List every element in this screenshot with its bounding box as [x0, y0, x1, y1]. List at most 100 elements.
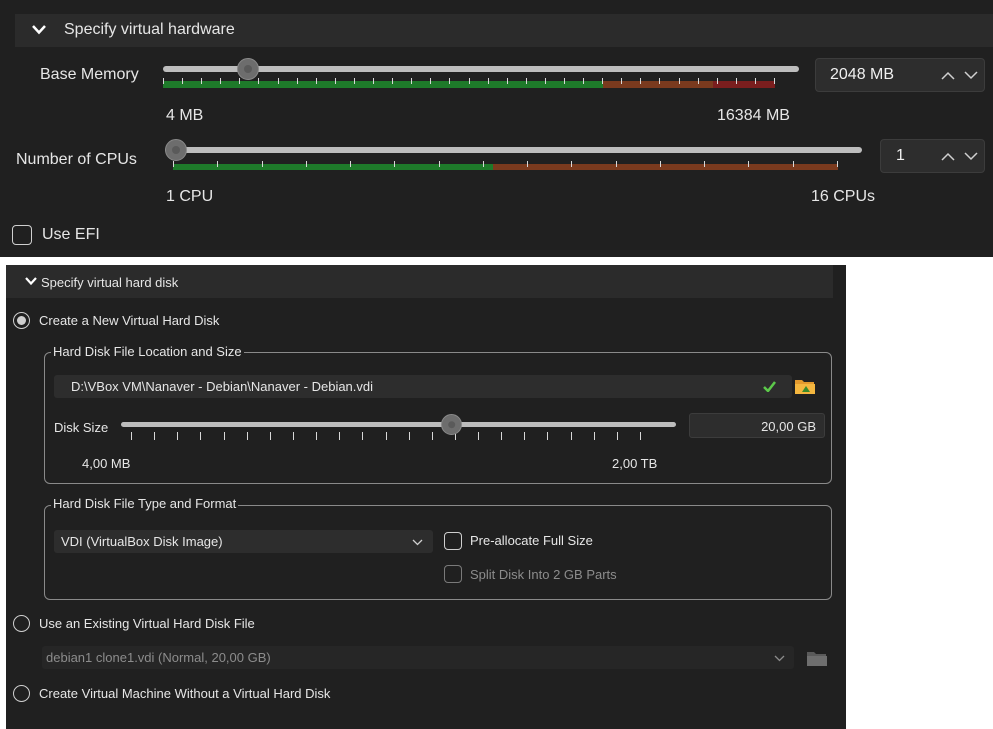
split-disk-label: Split Disk Into 2 GB Parts [470, 567, 617, 582]
use-existing-disk-radio[interactable] [13, 615, 30, 632]
slider-tick [594, 432, 595, 440]
spin-up-icon[interactable] [941, 71, 955, 80]
disk-path-field[interactable]: D:\VBox VM\Nanaver - Debian\Nanaver - De… [54, 375, 792, 398]
slider-tick [640, 432, 641, 440]
folder-icon[interactable] [794, 376, 816, 396]
slider-tick [373, 78, 374, 84]
no-disk-radio[interactable] [13, 685, 30, 702]
chevron-down-icon [32, 25, 46, 35]
slider-tick [258, 78, 259, 84]
cpus-value: 1 [896, 147, 905, 164]
hard-disk-section-header[interactable]: Specify virtual hard disk [6, 265, 833, 298]
slider-tick [131, 432, 132, 440]
slider-tick [430, 78, 431, 84]
slider-tick [200, 432, 201, 440]
base-memory-thumb[interactable] [237, 58, 259, 80]
slider-tick [411, 78, 412, 84]
base-memory-spinbox[interactable]: 2048 MB [815, 58, 985, 92]
slider-tick [392, 78, 393, 84]
slider-tick [526, 78, 527, 84]
create-new-disk-label: Create a New Virtual Hard Disk [39, 313, 220, 328]
slider-tick [621, 78, 622, 84]
slider-tick [224, 432, 225, 440]
use-existing-disk-label: Use an Existing Virtual Hard Disk File [39, 616, 255, 631]
slider-tick [469, 78, 470, 84]
disk-size-track [121, 422, 676, 427]
base-memory-slider[interactable] [163, 58, 799, 98]
spin-down-icon[interactable] [964, 152, 978, 161]
slider-tick [483, 161, 484, 167]
slider-tick [617, 432, 618, 440]
disk-size-thumb[interactable] [441, 414, 462, 435]
slider-tick [755, 78, 756, 84]
folder-icon[interactable] [806, 648, 828, 667]
slider-tick [270, 432, 271, 440]
slider-tick [507, 78, 508, 84]
slider-tick [316, 432, 317, 440]
slider-tick [449, 78, 450, 84]
cpus-thumb[interactable] [165, 139, 187, 161]
slider-tick [339, 432, 340, 440]
cpus-ticks [173, 161, 838, 171]
slider-tick [182, 78, 183, 84]
disk-size-input[interactable]: 20,00 GB [689, 413, 825, 438]
slider-tick [547, 432, 548, 440]
disk-size-max-label: 2,00 TB [612, 456, 658, 471]
disk-format-select[interactable]: VDI (VirtualBox Disk Image) [54, 530, 433, 553]
slider-tick [774, 78, 775, 84]
slider-tick [362, 432, 363, 440]
hardware-section-header[interactable]: Specify virtual hardware [15, 14, 993, 47]
slider-tick [409, 432, 410, 440]
preallocate-label: Pre-allocate Full Size [470, 533, 593, 548]
slider-tick [660, 161, 661, 167]
chevron-down-icon [25, 277, 37, 286]
slider-tick [736, 78, 737, 84]
existing-disk-value: debian1 clone1.vdi (Normal, 20,00 GB) [46, 650, 271, 665]
slider-tick [698, 78, 699, 84]
slider-tick [386, 432, 387, 440]
slider-tick [564, 78, 565, 84]
slider-tick [527, 161, 528, 167]
slider-tick [350, 161, 351, 167]
hardware-section-title: Specify virtual hardware [64, 21, 235, 38]
existing-disk-select[interactable]: debian1 clone1.vdi (Normal, 20,00 GB) [42, 646, 794, 669]
cpus-min-label: 1 CPU [166, 188, 214, 205]
cpus-slider[interactable] [165, 139, 862, 179]
slider-tick [602, 78, 603, 84]
create-new-disk-radio[interactable] [13, 312, 30, 329]
slider-tick [748, 161, 749, 167]
spin-up-icon[interactable] [941, 152, 955, 161]
disk-size-min-label: 4,00 MB [82, 456, 131, 471]
slider-tick [679, 78, 680, 84]
slider-tick [704, 161, 705, 167]
slider-tick [293, 432, 294, 440]
slider-tick [616, 161, 617, 167]
slider-tick [217, 161, 218, 167]
base-memory-value: 2048 MB [830, 66, 895, 83]
slider-tick [262, 161, 263, 167]
use-efi-checkbox[interactable] [12, 225, 32, 245]
disk-size-ticks [131, 432, 641, 441]
slider-tick [640, 78, 641, 84]
slider-tick [571, 161, 572, 167]
slider-tick [201, 78, 202, 84]
slider-tick [154, 432, 155, 440]
slider-tick [793, 161, 794, 167]
split-disk-checkbox[interactable] [444, 565, 462, 583]
disk-size-slider[interactable] [121, 414, 676, 444]
preallocate-checkbox[interactable] [444, 532, 462, 550]
no-disk-label: Create Virtual Machine Without a Virtual… [39, 686, 331, 701]
slider-tick [173, 161, 174, 167]
hard-disk-panel: Specify virtual hard disk Create a New V… [6, 265, 846, 729]
slider-tick [837, 161, 838, 167]
slider-tick [717, 78, 718, 84]
slider-tick [545, 78, 546, 84]
slider-tick [335, 78, 336, 84]
slider-tick [583, 78, 584, 84]
slider-tick [297, 78, 298, 84]
spin-down-icon[interactable] [964, 71, 978, 80]
disk-size-value: 20,00 GB [761, 419, 816, 434]
slider-tick [306, 161, 307, 167]
cpus-spinbox[interactable]: 1 [880, 139, 985, 173]
slider-tick [571, 432, 572, 440]
